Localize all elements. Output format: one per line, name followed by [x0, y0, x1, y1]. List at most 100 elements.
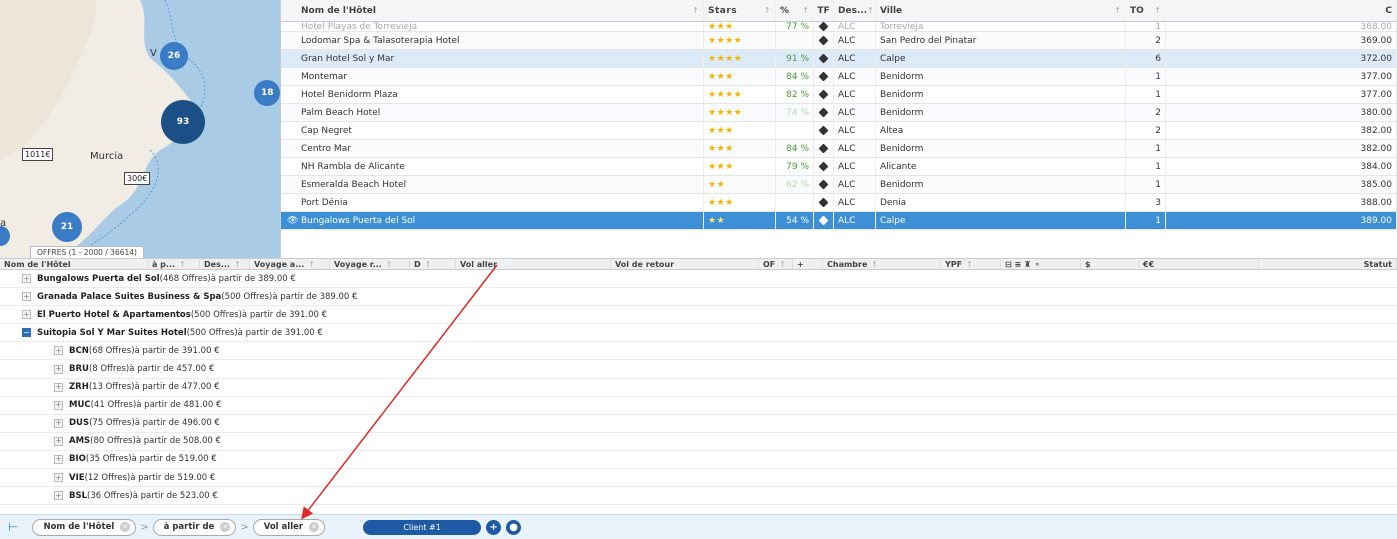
expand-icon[interactable]: +: [54, 454, 63, 464]
map-panel[interactable]: V a Murcia 26 18 93 21 1011€ 300€ OFFRES…: [0, 0, 280, 258]
col-header-stars[interactable]: Stars ↑: [704, 0, 776, 21]
col-header-name[interactable]: Nom de l'Hôtel ↑: [281, 0, 704, 21]
tree-icon[interactable]: ⊢: [8, 520, 18, 534]
map-cluster[interactable]: 93: [161, 100, 205, 144]
expand-icon[interactable]: +: [54, 473, 63, 483]
col-header-pct[interactable]: % ↑: [776, 0, 814, 21]
expand-icon[interactable]: +: [54, 400, 63, 410]
sort-icon[interactable]: ↑: [179, 260, 186, 269]
hotel-to: 6: [1126, 50, 1166, 67]
expand-icon[interactable]: +: [54, 436, 63, 446]
group-row-flight[interactable]: + DUS (75 Offres)à partir de 496.00 €: [0, 415, 1397, 433]
col-header-ville[interactable]: Ville ↑: [876, 0, 1126, 21]
hotel-row[interactable]: Cap Negret ★★★ ALC Altea 2 382.00: [281, 122, 1397, 140]
chevron-right-icon: >: [240, 521, 249, 533]
hotel-pct: 82 %: [776, 86, 814, 103]
eye-icon[interactable]: 👁: [287, 216, 298, 226]
expand-icon[interactable]: +: [54, 382, 63, 392]
map-price-tag[interactable]: 300€: [124, 172, 151, 185]
hotel-row[interactable]: Centro Mar ★★★ 84 % ALC Benidorm 1 382.00: [281, 140, 1397, 158]
sort-icon[interactable]: ↑: [386, 260, 393, 269]
hotel-row[interactable]: Montemar ★★★ 84 % ALC Benidorm 1 377.00: [281, 68, 1397, 86]
hotel-price: 385.00: [1166, 176, 1397, 193]
offers-col-header[interactable]: à p... ↑: [148, 259, 200, 269]
sort-icon[interactable]: ↑: [425, 260, 432, 269]
offers-col-header[interactable]: Voyage r... ↑: [330, 259, 410, 269]
hotel-row[interactable]: Palm Beach Hotel ★★★★ 74 % ALC Benidorm 2 380.…: [281, 104, 1397, 122]
expand-icon[interactable]: +: [54, 346, 63, 356]
sort-icon[interactable]: ↑: [308, 260, 315, 269]
tag-icon: [818, 107, 829, 118]
hotel-stars: ★★★: [704, 194, 776, 211]
offers-col-header[interactable]: Voyage a... ↑: [250, 259, 330, 269]
hotel-row-partial[interactable]: Hotel Playas de Torrevieja ★★★ 77 % ALC …: [281, 22, 1397, 32]
offers-col-header[interactable]: Statut: [1259, 259, 1397, 269]
expand-icon[interactable]: +: [54, 491, 63, 501]
group-chip-hotel-name[interactable]: Nom de l'Hôtel ✕: [32, 518, 137, 536]
group-row-flight[interactable]: + VIE (12 Offres)à partir de 519.00 €: [0, 469, 1397, 488]
group-row-flight[interactable]: + BCN (68 Offres)à partir de 391.00 €: [0, 342, 1397, 361]
group-row-hotel[interactable]: + Bungalows Puerta del Sol (468 Offres)à …: [0, 270, 1397, 289]
expand-icon[interactable]: +: [22, 292, 31, 302]
group-row-hotel[interactable]: + Granada Palace Suites Business & Spa (5…: [0, 288, 1397, 307]
user-icon[interactable]: ●: [506, 519, 522, 535]
collapse-icon[interactable]: −: [22, 328, 31, 338]
offers-col-header[interactable]: Nom de l'Hôtel: [0, 259, 148, 269]
sort-icon[interactable]: ↑: [234, 260, 241, 269]
offers-col-header[interactable]: +: [793, 259, 823, 269]
col-header-des[interactable]: Des... ↑: [834, 0, 876, 21]
expand-icon[interactable]: +: [54, 418, 63, 428]
group-row-flight[interactable]: + ZRH (13 Offres)à partir de 477.00 €: [0, 379, 1397, 397]
offres-count-tab[interactable]: OFFRES (1 - 2000 / 36614): [30, 246, 144, 258]
map-cluster[interactable]: 26: [160, 42, 188, 70]
hotel-row[interactable]: 👁 Bungalows Puerta del Sol ★★ 54 % ALC Calpe 1…: [281, 212, 1397, 230]
group-row-flight[interactable]: + BRU (8 Offres)à partir de 457.00 €: [0, 360, 1397, 379]
group-row-flight[interactable]: + MUC (41 Offres)à partir de 481.00 €: [0, 397, 1397, 415]
close-icon[interactable]: ✕: [220, 522, 231, 532]
group-row-hotel[interactable]: − Suitopia Sol Y Mar Suites Hotel (500 Of…: [0, 324, 1397, 343]
group-chip-vol-aller[interactable]: Vol aller ✕: [252, 518, 326, 536]
hotel-pct: 79 %: [776, 158, 814, 175]
offers-col-header[interactable]: OF ↑: [759, 259, 793, 269]
client-button[interactable]: Client #1: [363, 519, 482, 535]
col-header-to[interactable]: TO ↑: [1126, 0, 1166, 21]
hotel-row[interactable]: Esmeralda Beach Hotel ★★ 62 % ALC Benidorm 1 3…: [281, 176, 1397, 194]
offers-col-header[interactable]: YPF ↑: [941, 259, 1001, 269]
close-icon[interactable]: ✕: [309, 522, 320, 532]
hotel-row[interactable]: NH Rambla de Alicante ★★★ 79 % ALC Alicante 1…: [281, 158, 1397, 176]
chip-label: Vol aller: [263, 522, 304, 532]
sort-icon[interactable]: ↑: [966, 260, 973, 269]
hotel-row[interactable]: Hotel Benidorm Plaza ★★★★ 82 % ALC Benidorm 1…: [281, 86, 1397, 104]
expand-icon[interactable]: +: [22, 274, 31, 284]
group-chip-a-partir-de[interactable]: à partir de ✕: [152, 518, 237, 536]
offers-col-header[interactable]: Chambre ↑: [823, 259, 941, 269]
sort-icon[interactable]: ↑: [871, 260, 878, 269]
group-row-flight[interactable]: + AMS (80 Offres)à partir de 508.00 €: [0, 433, 1397, 451]
map-cluster[interactable]: 21: [52, 212, 82, 242]
map-price-tag[interactable]: 1011€: [22, 148, 54, 161]
offers-col-header[interactable]: Vol aller: [456, 259, 611, 269]
expand-icon[interactable]: +: [54, 364, 63, 374]
col-header-tf[interactable]: TF: [814, 0, 834, 21]
sort-icon[interactable]: ↑: [779, 260, 786, 269]
expand-icon[interactable]: +: [22, 310, 31, 320]
offers-col-header[interactable]: $: [1081, 259, 1139, 269]
group-row-flight[interactable]: + BSL (36 Offres)à partir de 523.00 €: [0, 487, 1397, 506]
offers-col-header[interactable]: D ↑: [410, 259, 456, 269]
offers-col-header[interactable]: Des... ↑: [200, 259, 250, 269]
hotel-row[interactable]: Gran Hotel Sol y Mar ★★★★ 91 % ALC Calpe 6 372…: [281, 50, 1397, 68]
col-header-price[interactable]: C: [1166, 0, 1397, 21]
add-button[interactable]: +: [486, 519, 502, 535]
offers-col-header[interactable]: Vol de retour: [611, 259, 759, 269]
offers-col-header[interactable]: ⊟ ≡ ♜ ⚬: [1001, 259, 1081, 269]
map-cluster[interactable]: 18: [254, 80, 280, 106]
group-row-hotel[interactable]: + El Puerto Hotel & Apartamentos (500 Off…: [0, 306, 1397, 325]
hotel-to: 1: [1126, 176, 1166, 193]
hotel-row[interactable]: Lodomar Spa & Talasoterapia Hotel ★★★★ ALC…: [281, 32, 1397, 50]
group-row-flight[interactable]: + BIO (35 Offres)à partir de 519.00 €: [0, 451, 1397, 470]
hotel-row[interactable]: Port Dénia ★★★ ALC Denia 3 388.00: [281, 194, 1397, 212]
close-icon[interactable]: ✕: [120, 522, 131, 532]
hotel-tf: [814, 194, 834, 211]
col-label: ⊟ ≡ ♜ ⚬: [1005, 259, 1041, 269]
offers-col-header[interactable]: €€: [1139, 259, 1259, 269]
